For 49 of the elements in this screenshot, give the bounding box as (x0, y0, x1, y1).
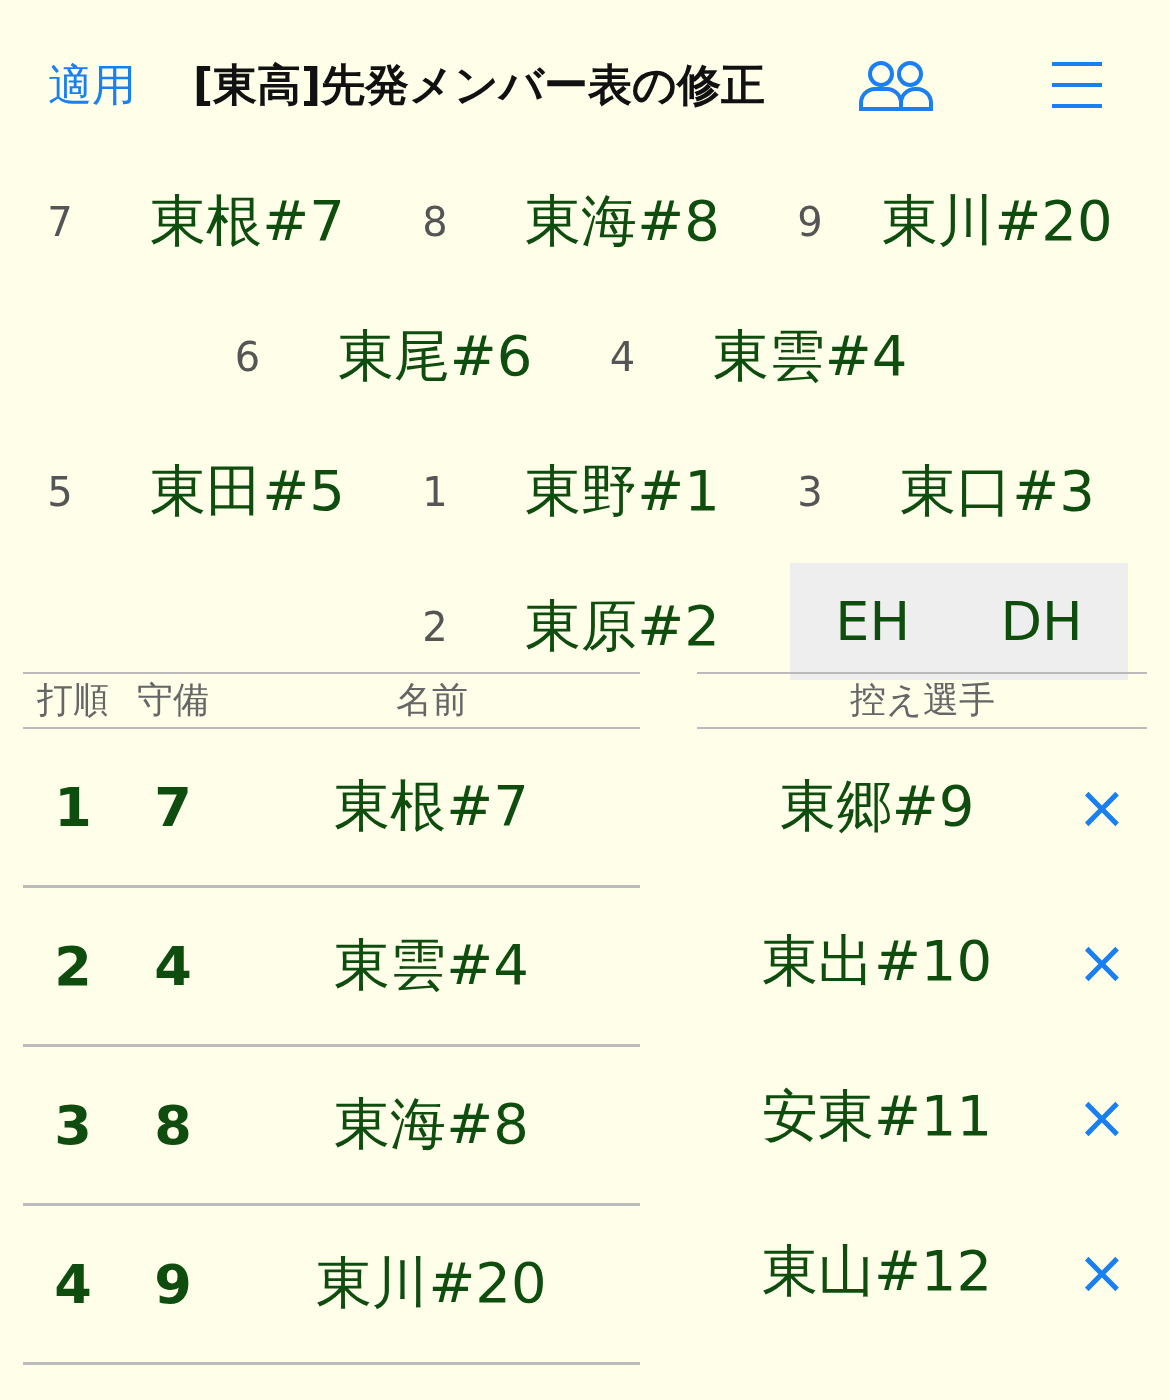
position-number: 7 (153, 775, 193, 839)
screen-title: [東高]先発メンバー表の修正 (193, 57, 767, 112)
player-name[interactable]: 東山#12 (697, 1233, 1057, 1310)
batting-order: 2 (53, 934, 93, 998)
player-name[interactable]: 東田#5 (90, 453, 405, 530)
position-number: 9 (796, 198, 824, 245)
player-name[interactable]: 東尾#6 (277, 318, 593, 395)
batting-order: 4 (53, 1252, 93, 1316)
menu-icon[interactable] (1052, 61, 1102, 109)
player-name[interactable]: 東川#20 (223, 1246, 640, 1322)
position-number: 2 (421, 603, 449, 650)
toggle-option[interactable]: EH (835, 590, 910, 653)
dh-toggle[interactable]: EH DH (790, 563, 1128, 680)
position-number: 3 (796, 468, 824, 515)
player-name[interactable]: 東口#3 (840, 453, 1155, 530)
player-name[interactable]: 東海#8 (223, 1087, 640, 1163)
remove-button[interactable]: × (1057, 926, 1147, 997)
column-header: 打順 (36, 678, 110, 722)
toggle-option[interactable]: DH (1000, 590, 1083, 653)
position-number: 4 (608, 333, 637, 380)
batting-order: 3 (53, 1093, 93, 1157)
player-name[interactable]: 東雲#4 (223, 928, 640, 1004)
remove-button[interactable]: × (1057, 1081, 1147, 1152)
position-number: 8 (421, 198, 449, 245)
position-number: 5 (46, 468, 74, 515)
people-icon[interactable] (858, 59, 934, 111)
player-name[interactable]: 東出#10 (697, 923, 1057, 1000)
remove-button[interactable]: × (1057, 1236, 1147, 1307)
apply-link[interactable]: 適用 (48, 55, 193, 115)
position-number: 9 (153, 1252, 193, 1316)
player-name[interactable]: 東根#7 (90, 183, 405, 260)
position-number: 8 (153, 1093, 193, 1157)
player-name[interactable]: 東原#2 (465, 588, 780, 665)
column-header: 守備 (136, 678, 210, 722)
position-number: 7 (46, 198, 74, 245)
column-header: 名前 (394, 678, 469, 722)
player-name[interactable]: 東野#1 (465, 453, 780, 530)
player-name[interactable]: 東海#8 (465, 183, 780, 260)
position-number: 6 (233, 333, 262, 380)
player-name[interactable]: 東根#7 (223, 769, 640, 845)
column-header: 控え選手 (849, 678, 995, 722)
player-name[interactable]: 東雲#4 (652, 318, 968, 395)
player-name[interactable]: 安東#11 (697, 1078, 1057, 1155)
position-number: 1 (421, 468, 449, 515)
player-name[interactable]: 東川#20 (840, 183, 1155, 260)
player-name[interactable]: 東郷#9 (697, 768, 1057, 845)
remove-button[interactable]: × (1057, 771, 1147, 842)
position-number: 4 (153, 934, 193, 998)
batting-order: 1 (53, 775, 93, 839)
